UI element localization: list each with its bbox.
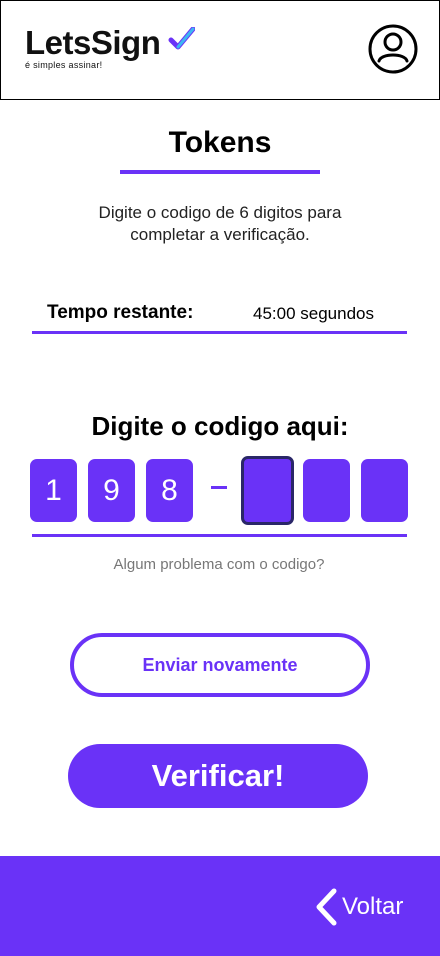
- title-underline: [120, 170, 320, 174]
- code-digit-6[interactable]: [361, 459, 408, 522]
- instructions-text: Digite o codigo de 6 digitos para comple…: [98, 203, 342, 244]
- code-digit-3[interactable]: 8: [146, 459, 193, 522]
- brand-name: LetsSign: [25, 24, 161, 61]
- code-digit-4[interactable]: [241, 456, 294, 525]
- back-button[interactable]: Voltar: [314, 888, 403, 926]
- code-digit-2[interactable]: 9: [88, 459, 135, 522]
- chevron-left-icon: [316, 888, 337, 926]
- timer-value: 45:00 segundos: [253, 304, 374, 323]
- code-digit-1[interactable]: 1: [30, 459, 77, 522]
- user-circle-icon[interactable]: [367, 23, 419, 75]
- timer-divider: [32, 331, 407, 334]
- resend-button[interactable]: Enviar novamente: [70, 633, 370, 697]
- app-header: LetsSign é simples assinar!: [0, 0, 440, 100]
- code-title: Digite o codigo aqui:: [91, 411, 349, 441]
- code-divider: [32, 534, 407, 537]
- code-separator: [211, 486, 227, 489]
- brand-logo[interactable]: LetsSign é simples assinar!: [25, 24, 195, 70]
- page-title: Tokens: [168, 126, 272, 159]
- brand-tagline: é simples assinar!: [25, 60, 103, 70]
- back-label: Voltar: [342, 893, 404, 920]
- code-digit-5[interactable]: [303, 459, 350, 522]
- verify-button[interactable]: Verificar!: [68, 744, 368, 808]
- check-icon: [168, 27, 195, 50]
- problem-link[interactable]: Algum problema com o codigo?: [0, 556, 438, 573]
- timer-label: Tempo restante:: [47, 302, 194, 323]
